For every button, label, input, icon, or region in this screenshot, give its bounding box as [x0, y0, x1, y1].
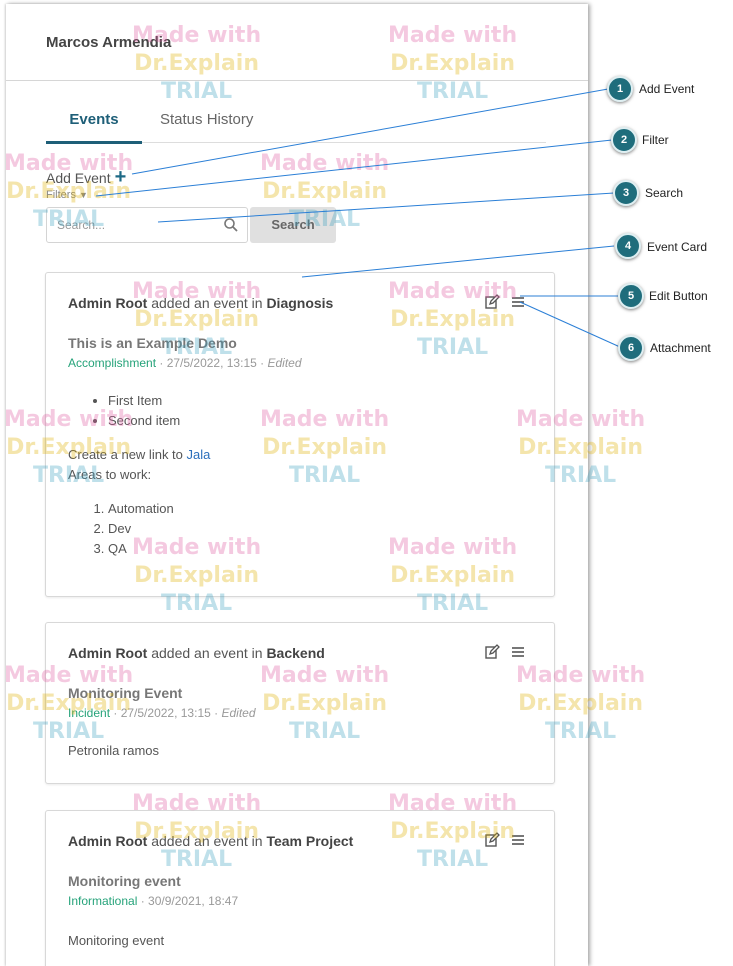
- leader-line-4: [301, 245, 615, 278]
- leader-line-3: [157, 192, 615, 223]
- callout-label-attachment: Attachment: [650, 341, 711, 355]
- callout-label-search: Search: [645, 186, 684, 200]
- callout-label-add-event: Add Event: [639, 82, 695, 96]
- leader-line-2: [95, 139, 613, 197]
- callout-label-filter: Filter: [642, 133, 669, 147]
- leader-line-6: [519, 301, 621, 348]
- leader-line-1: [131, 88, 609, 175]
- callout-label-edit-button: Edit Button: [649, 289, 708, 303]
- callout-badge-1: 1: [607, 76, 633, 102]
- callout-label-event-card: Event Card: [647, 240, 708, 254]
- callout-badge-5: 5: [618, 283, 644, 309]
- callout-badge-3: 3: [613, 180, 639, 206]
- callout-badge-4: 4: [615, 233, 641, 259]
- callout-badge-2: 2: [611, 127, 637, 153]
- callout-badge-6: 6: [618, 335, 644, 361]
